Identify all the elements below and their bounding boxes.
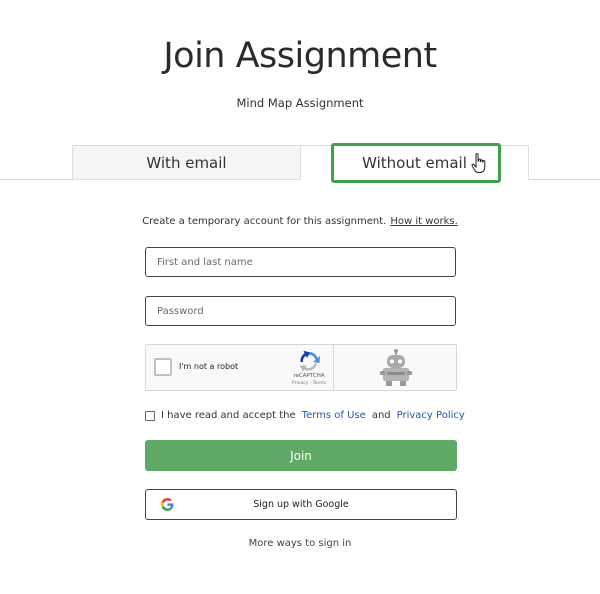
- recaptcha-brand: reCAPTCHA: [293, 373, 325, 379]
- how-it-works-link[interactable]: How it works.: [390, 216, 457, 227]
- join-button[interactable]: Join: [145, 440, 457, 471]
- google-signup-label: Sign up with Google: [253, 499, 349, 510]
- intro-text: Create a temporary account for this assi…: [142, 216, 387, 227]
- assignment-name: Mind Map Assignment: [236, 96, 364, 110]
- intro-text-row: Create a temporary account for this assi…: [0, 216, 600, 227]
- terms-row: I have read and accept the Terms of Use …: [145, 410, 465, 421]
- google-icon: [161, 498, 174, 511]
- recaptcha-privacy-terms[interactable]: Privacy - Terms: [286, 381, 332, 386]
- terms-of-use-link[interactable]: Terms of Use: [302, 410, 366, 421]
- name-input[interactable]: [145, 247, 456, 277]
- tab-with-email[interactable]: With email: [72, 145, 301, 179]
- page-title: Join Assignment: [163, 36, 437, 76]
- tab-without-email[interactable]: Without email: [300, 145, 529, 180]
- recaptcha-checkbox-area: I'm not a robot reCAPTCHA Privacy - Term…: [146, 345, 334, 390]
- robot-icon: [380, 349, 412, 386]
- terms-checkbox[interactable]: [145, 410, 155, 421]
- recaptcha-widget: I'm not a robot reCAPTCHA Privacy - Term…: [145, 344, 457, 391]
- more-sign-in-link[interactable]: More ways to sign in: [0, 538, 600, 549]
- recaptcha-label: I'm not a robot: [179, 362, 239, 371]
- password-input[interactable]: [145, 296, 456, 326]
- google-signup-button[interactable]: Sign up with Google: [145, 489, 457, 520]
- recaptcha-logo-icon: [300, 350, 320, 372]
- recaptcha-checkbox[interactable]: [154, 358, 172, 376]
- pointer-hand-icon: [471, 153, 486, 173]
- terms-and: and: [371, 410, 391, 421]
- privacy-policy-link[interactable]: Privacy Policy: [397, 410, 465, 421]
- terms-prefix: I have read and accept the: [161, 410, 296, 421]
